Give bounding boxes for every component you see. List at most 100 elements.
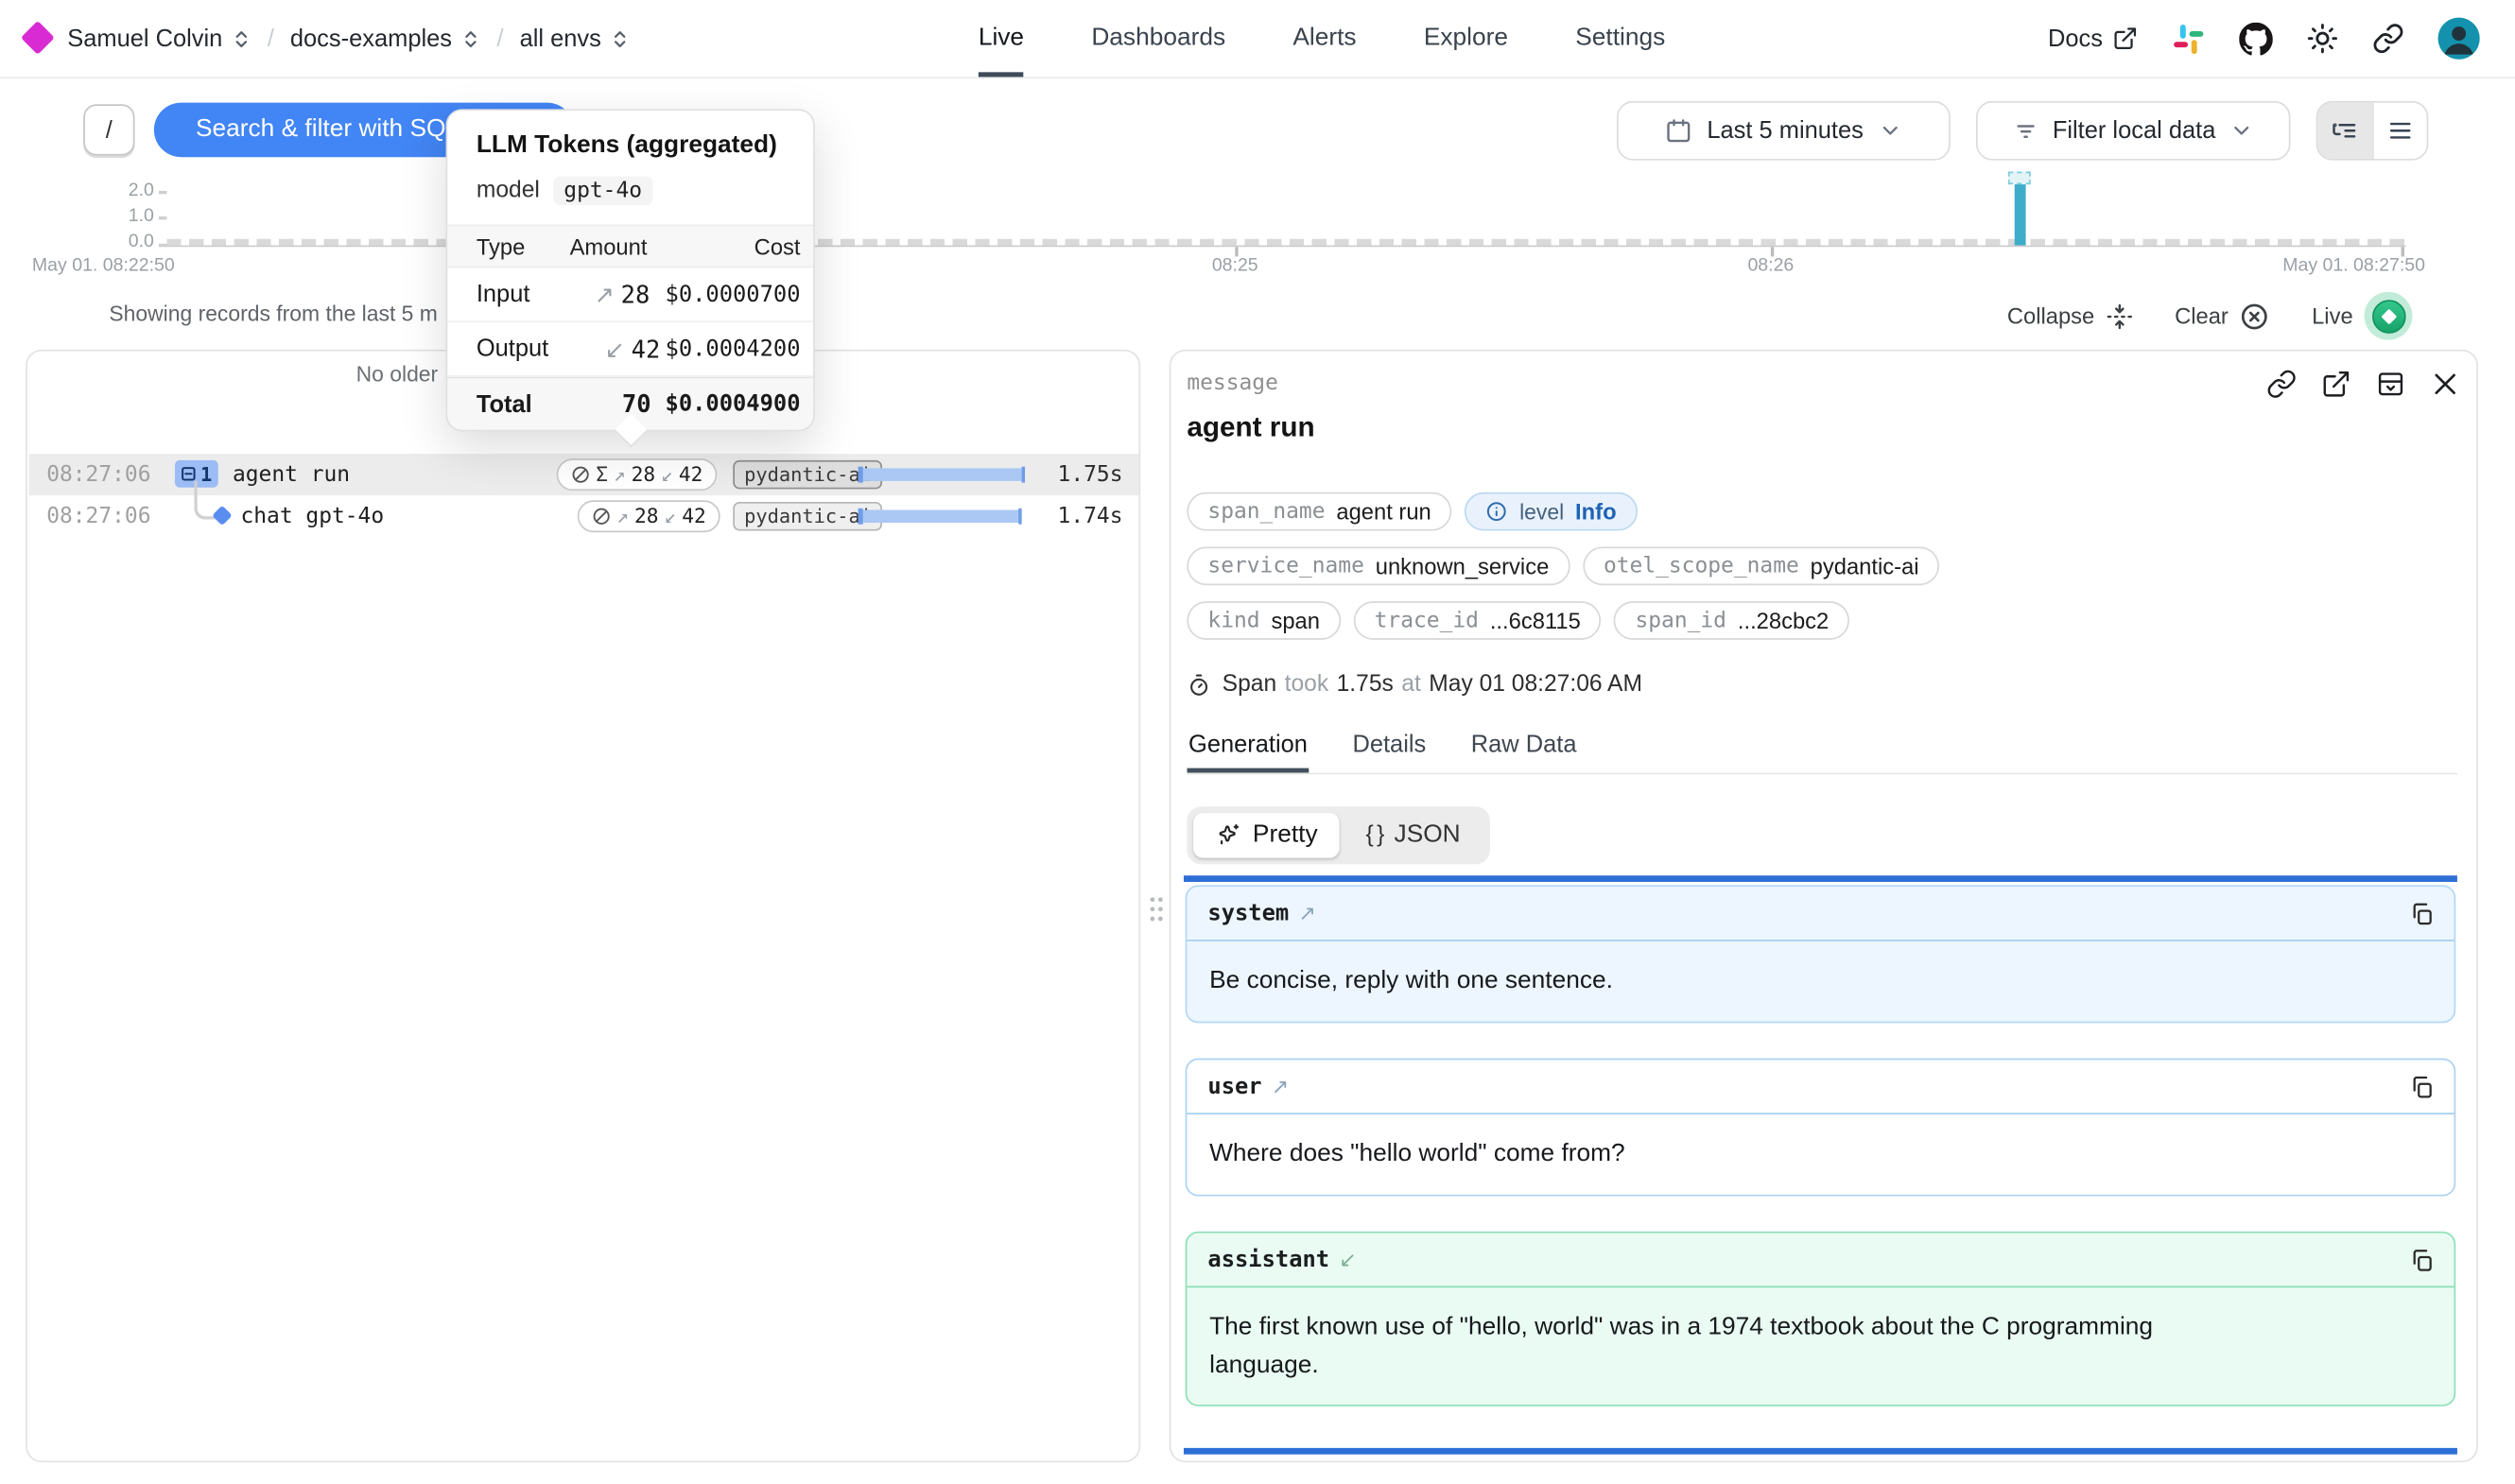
span-name-pill[interactable]: span_name agent run — [1187, 492, 1451, 531]
filter-icon — [2012, 118, 2038, 144]
trace-id-pill[interactable]: trace_id ...6c8115 — [1354, 601, 1602, 640]
info-icon — [1485, 500, 1508, 523]
time-range-button[interactable]: Last 5 minutes — [1617, 101, 1951, 161]
slash-shortcut-key[interactable]: / — [83, 104, 134, 155]
docs-link[interactable]: Docs — [2048, 25, 2138, 52]
breadcrumb-separator: / — [497, 25, 504, 52]
message-header: assistant ↙ — [1187, 1234, 2454, 1288]
timing-word-took: took — [1285, 672, 1329, 698]
clear-button[interactable]: Clear — [2175, 301, 2270, 331]
tooltip-row-input: Input ↗28 $0.0000700 — [447, 267, 813, 322]
slack-icon[interactable] — [2172, 22, 2206, 56]
attr-value: agent run — [1336, 499, 1431, 525]
tag-icon — [571, 464, 590, 483]
org-selector[interactable]: Samuel Colvin — [67, 25, 252, 52]
open-external-icon[interactable] — [2321, 369, 2351, 399]
json-toggle-button[interactable]: { } JSON — [1344, 813, 1483, 857]
row-cost: $0.0000700 — [650, 282, 800, 307]
span-name: chat gpt-4o — [240, 504, 384, 529]
live-indicator[interactable] — [2365, 292, 2413, 340]
filter-local-data-label: Filter local data — [2053, 117, 2216, 145]
tooltip-title: LLM Tokens (aggregated) — [477, 131, 785, 161]
attr-key: span_name — [1207, 499, 1325, 525]
trace-row-chat-gpt4o[interactable]: 08:27:06 chat gpt-4o ↗28 ↙42 pydantic-ai… — [29, 495, 1139, 537]
output-tokens: 42 — [679, 462, 703, 486]
trace-list-panel: No older 08:27:06 1 agent run Σ ↗28 ↙42 … — [26, 350, 1140, 1462]
duration-label: 1.75s — [1058, 462, 1123, 488]
service-name-pill[interactable]: service_name unknown_service — [1187, 546, 1570, 585]
list-view-button[interactable] — [2371, 103, 2427, 159]
duration-bar[interactable] — [859, 468, 1025, 481]
otel-scope-pill[interactable]: otel_scope_name pydantic-ai — [1583, 546, 1940, 585]
fold-vertical-icon — [2106, 302, 2133, 330]
nav-tab-explore[interactable]: Explore — [1424, 0, 1508, 77]
scroll-top-rule — [1184, 875, 2457, 881]
kind-pill[interactable]: kind span — [1187, 601, 1341, 640]
token-usage-pill[interactable]: Σ ↗28 ↙42 — [557, 457, 718, 490]
message-card-user: user ↗ Where does "hello world" come fro… — [1186, 1059, 2456, 1196]
attr-value: span — [1271, 608, 1320, 633]
y-axis-tick-0: 0.0 — [99, 233, 154, 251]
tooltip-model-row: model gpt-4o — [477, 177, 785, 206]
nav-tab-dashboards[interactable]: Dashboards — [1091, 0, 1225, 77]
copy-icon[interactable] — [2409, 1074, 2435, 1099]
no-older-records-text: No older — [356, 362, 439, 386]
attribute-row: service_name unknown_service otel_scope_… — [1187, 546, 1939, 585]
tree-view-button[interactable] — [2317, 103, 2371, 159]
output-tokens: 42 — [682, 504, 706, 527]
nav-tab-alerts[interactable]: Alerts — [1292, 0, 1356, 77]
github-icon[interactable] — [2239, 22, 2273, 56]
output-arrow: ↙ — [661, 462, 673, 486]
dock-panel-icon[interactable] — [2375, 369, 2405, 399]
level-pill[interactable]: level Info — [1465, 492, 1637, 531]
copy-icon[interactable] — [2409, 1247, 2435, 1272]
sparkles-icon — [1216, 822, 1241, 848]
timing-duration: 1.75s — [1337, 672, 1394, 698]
attr-key: kind — [1207, 608, 1259, 633]
span-id-pill[interactable]: span_id ...28cbc2 — [1614, 601, 1849, 640]
input-arrow: ↗ — [595, 280, 615, 309]
attribute-row: kind span trace_id ...6c8115 span_id ...… — [1187, 601, 1849, 640]
live-toggle[interactable]: Live — [2312, 292, 2412, 340]
attr-key: span_id — [1635, 608, 1726, 633]
tab-generation[interactable]: Generation — [1187, 732, 1309, 773]
search-filter-label: Search & filter with SQ — [196, 115, 446, 145]
pretty-toggle-button[interactable]: Pretty — [1193, 813, 1340, 857]
env-selector[interactable]: all envs — [520, 25, 631, 52]
panel-resize-handle[interactable] — [1145, 890, 1168, 929]
project-selector[interactable]: docs-examples — [290, 25, 481, 52]
time-range-label: Last 5 minutes — [1707, 117, 1864, 145]
tooltip-table-header: Type Amount Cost — [447, 224, 813, 267]
model-key: model — [477, 178, 540, 203]
chart-record-bar[interactable] — [2015, 184, 2026, 245]
copy-link-icon[interactable] — [2266, 369, 2297, 399]
copy-icon[interactable] — [2409, 901, 2435, 926]
sigma-glyph: Σ — [596, 462, 608, 486]
filter-local-data-button[interactable]: Filter local data — [1976, 101, 2290, 161]
x-tick-mark — [1235, 247, 1238, 256]
input-arrow: ↗ — [616, 504, 629, 527]
attr-value: ...28cbc2 — [1738, 608, 1829, 633]
duration-bar[interactable] — [859, 509, 1022, 523]
request-arrow-icon: ↗ — [1272, 1074, 1290, 1099]
close-icon[interactable] — [2430, 369, 2460, 399]
user-avatar[interactable] — [2438, 18, 2480, 60]
scroll-bottom-rule — [1184, 1448, 2457, 1454]
token-usage-pill[interactable]: ↗28 ↙42 — [578, 499, 720, 531]
tab-raw-data[interactable]: Raw Data — [1469, 732, 1578, 773]
tab-details[interactable]: Details — [1351, 732, 1428, 773]
nav-tab-settings[interactable]: Settings — [1575, 0, 1665, 77]
theme-sun-icon[interactable] — [2306, 23, 2338, 55]
span-name: agent run — [233, 462, 350, 488]
render-mode-toggle: Pretty { } JSON — [1187, 806, 1489, 864]
tag-icon — [592, 506, 611, 525]
attr-value: pydantic-ai — [1811, 553, 1919, 578]
message-text: Where does "hello world" come from? — [1187, 1114, 2454, 1194]
row-amount: 70 — [532, 389, 651, 419]
logfire-logo[interactable] — [21, 21, 55, 55]
row-type: Output — [477, 336, 548, 363]
share-link-icon[interactable] — [2372, 23, 2404, 55]
collapse-button[interactable]: Collapse — [2007, 302, 2133, 330]
nav-tab-live[interactable]: Live — [979, 0, 1024, 77]
detail-tabs: Generation Details Raw Data — [1187, 732, 2457, 775]
